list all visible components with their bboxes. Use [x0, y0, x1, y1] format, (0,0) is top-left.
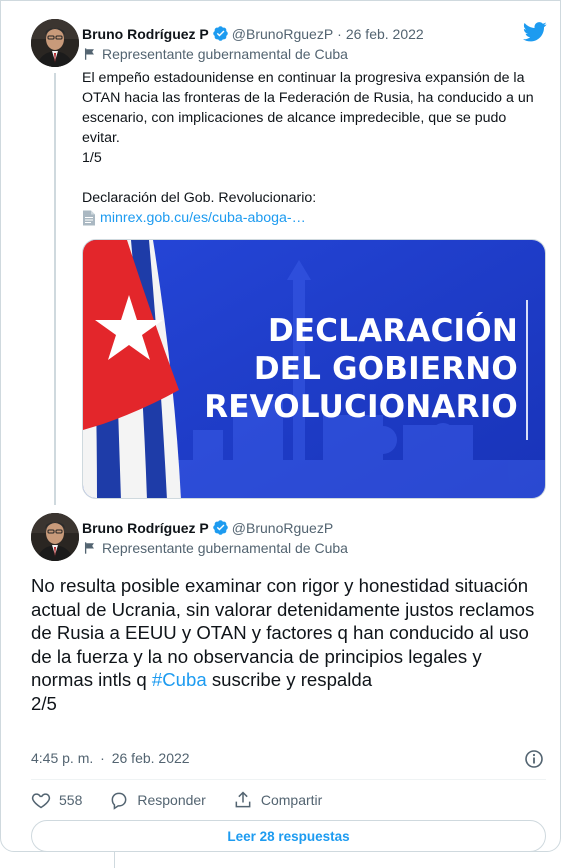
affiliation-label: Representante gubernamental de Cuba: [83, 46, 348, 62]
separator-dot: ·: [337, 25, 342, 42]
affiliation-label: Representante gubernamental de Cuba: [83, 540, 348, 556]
tweet1-body: El empeño estadounidense en continuar la…: [82, 68, 547, 228]
comment-icon: [111, 792, 127, 810]
read-replies-button[interactable]: Leer 28 respuestas: [31, 820, 546, 851]
link-preview-card[interactable]: DECLARACIÓN DEL GOBIERNO REVOLUCIONARIO: [82, 239, 546, 499]
heart-icon: [31, 793, 51, 809]
affiliation-text: Representante gubernamental de Cuba: [102, 540, 348, 556]
verified-badge-icon: [212, 25, 229, 42]
link-text[interactable]: minrex.gob.cu/es/cuba-aboga-…: [100, 208, 306, 228]
like-button[interactable]: 558: [31, 790, 82, 810]
tweet-date: 26 feb. 2022: [111, 750, 190, 766]
tweet2-header: Bruno Rodríguez P @BrunoRguezP: [82, 519, 333, 536]
author-name[interactable]: Bruno Rodríguez P: [82, 26, 209, 42]
tweet2-counter: 2/5: [31, 692, 57, 714]
declaration-label: Declaración del Gob. Revolucionario:: [82, 190, 317, 206]
hashtag-link[interactable]: #Cuba: [152, 669, 207, 690]
author-handle[interactable]: @BrunoRguezP: [232, 520, 333, 536]
tweet1-header: Bruno Rodríguez P @BrunoRguezP · 26 feb.…: [82, 25, 424, 42]
share-button[interactable]: Compartir: [233, 790, 322, 810]
tweet-date[interactable]: 26 feb. 2022: [346, 26, 424, 42]
bottom-divider: [114, 852, 115, 868]
card-line-1: DECLARACIÓN: [267, 313, 518, 349]
card-line-2: DEL GOBIERNO: [253, 351, 518, 387]
tweet2-text-part2: suscribe y respalda: [206, 669, 373, 690]
affiliation-text: Representante gubernamental de Cuba: [102, 46, 348, 62]
divider: [31, 779, 546, 780]
share-icon: [235, 791, 251, 808]
thread-connector: [54, 73, 56, 505]
tweet-time: 4:45 p. m.: [31, 750, 94, 766]
action-bar: 558 Responder Compartir: [31, 790, 349, 810]
reply-label: Responder: [137, 792, 206, 808]
reply-button[interactable]: Responder: [109, 790, 206, 810]
flag-icon: [83, 541, 97, 555]
tweet1-text: El empeño estadounidense en continuar la…: [82, 70, 534, 146]
external-link[interactable]: minrex.gob.cu/es/cuba-aboga-…: [82, 208, 547, 228]
info-icon[interactable]: [524, 749, 544, 769]
share-label: Compartir: [260, 792, 323, 808]
tweet-timestamp[interactable]: 4:45 p. m. · 26 feb. 2022: [31, 750, 190, 766]
tweet2-body: No resulta posible examinar con rigor y …: [31, 574, 546, 715]
card-line-3: REVOLUCIONARIO: [204, 389, 518, 425]
like-count: 558: [59, 792, 83, 808]
tweet1-counter: 1/5: [82, 150, 102, 166]
meta-separator: ·: [100, 750, 105, 766]
twitter-bird-icon[interactable]: [522, 22, 547, 42]
read-replies-label: Leer 28 respuestas: [227, 828, 350, 844]
tweet-thread-frame: Bruno Rodríguez P @BrunoRguezP · 26 feb.…: [0, 0, 561, 852]
flag-icon: [83, 47, 97, 61]
author-handle[interactable]: @BrunoRguezP: [232, 26, 333, 42]
card-headline: DECLARACIÓN DEL GOBIERNO REVOLUCIONARIO: [184, 312, 518, 426]
avatar[interactable]: [31, 19, 79, 67]
verified-badge-icon: [212, 519, 229, 536]
document-icon: [82, 210, 96, 226]
author-name[interactable]: Bruno Rodríguez P: [82, 520, 209, 536]
avatar[interactable]: [31, 513, 79, 561]
